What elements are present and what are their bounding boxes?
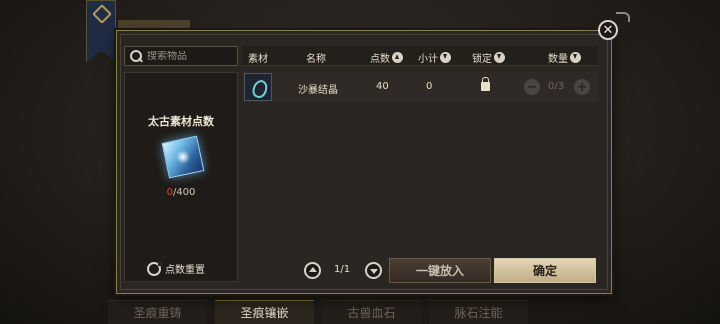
increase-button[interactable]: + — [574, 79, 590, 95]
search-box[interactable] — [124, 46, 238, 66]
points-max: /400 — [172, 187, 196, 198]
row-points: 40 — [376, 81, 389, 92]
points-counter: 0/400 — [125, 187, 237, 198]
refresh-icon — [147, 261, 162, 276]
header-lock[interactable]: 锁定 — [472, 50, 505, 65]
row-subtotal: 0 — [426, 81, 433, 92]
sandstorm-crystal-icon — [244, 73, 272, 101]
search-input[interactable] — [147, 50, 237, 62]
page-down-button[interactable] — [365, 262, 382, 279]
row-quantity: 0/3 — [548, 81, 565, 92]
page-indicator: 1/1 — [334, 264, 351, 275]
row-name: 沙暴结晶 — [298, 85, 338, 96]
decrease-button[interactable]: − — [524, 79, 540, 95]
points-panel: 太古素材点数 0/400 点数重置 — [124, 72, 238, 282]
tab-stigma-inlay[interactable]: 圣痕镶嵌 — [215, 300, 314, 324]
bottom-tab-bar: 圣痕重铸 圣痕镶嵌 古兽血石 脉石注能 — [108, 300, 528, 324]
auto-place-button[interactable]: 一键放入 — [389, 258, 491, 283]
sort-up-icon — [392, 52, 403, 63]
header-subtotal[interactable]: 小计 — [418, 50, 451, 65]
top-decor — [118, 20, 190, 30]
close-button[interactable]: ✕ — [598, 20, 618, 40]
header-name: 名称 — [306, 54, 326, 65]
sort-down-icon — [494, 52, 505, 63]
sort-down-icon — [570, 52, 581, 63]
banner-emblem-icon — [92, 4, 112, 24]
reset-points-label: 点数重置 — [165, 265, 205, 276]
table-header: 素材 名称 点数 小计 锁定 数量 — [242, 46, 598, 66]
tab-beast-bloodstone[interactable]: 古兽血石 — [322, 300, 421, 324]
page-up-button[interactable] — [304, 262, 321, 279]
points-title: 太古素材点数 — [148, 115, 214, 128]
tab-vein-infuse[interactable]: 脉石注能 — [429, 300, 528, 324]
search-icon — [129, 49, 143, 63]
header-quantity[interactable]: 数量 — [548, 50, 581, 65]
crystal-icon — [161, 135, 205, 179]
header-material: 素材 — [248, 54, 268, 65]
tab-stigma-recast[interactable]: 圣痕重铸 — [108, 300, 207, 324]
table-row[interactable]: 沙暴结晶 40 0 − 0/3 + — [242, 72, 598, 102]
return-icon[interactable] — [616, 12, 630, 22]
header-points[interactable]: 点数 — [370, 50, 403, 65]
sort-down-icon — [440, 52, 451, 63]
lock-icon[interactable] — [481, 77, 490, 91]
close-icon: ✕ — [602, 22, 614, 38]
reset-points-button[interactable]: 点数重置 — [147, 261, 205, 276]
confirm-button[interactable]: 确定 — [494, 258, 596, 283]
